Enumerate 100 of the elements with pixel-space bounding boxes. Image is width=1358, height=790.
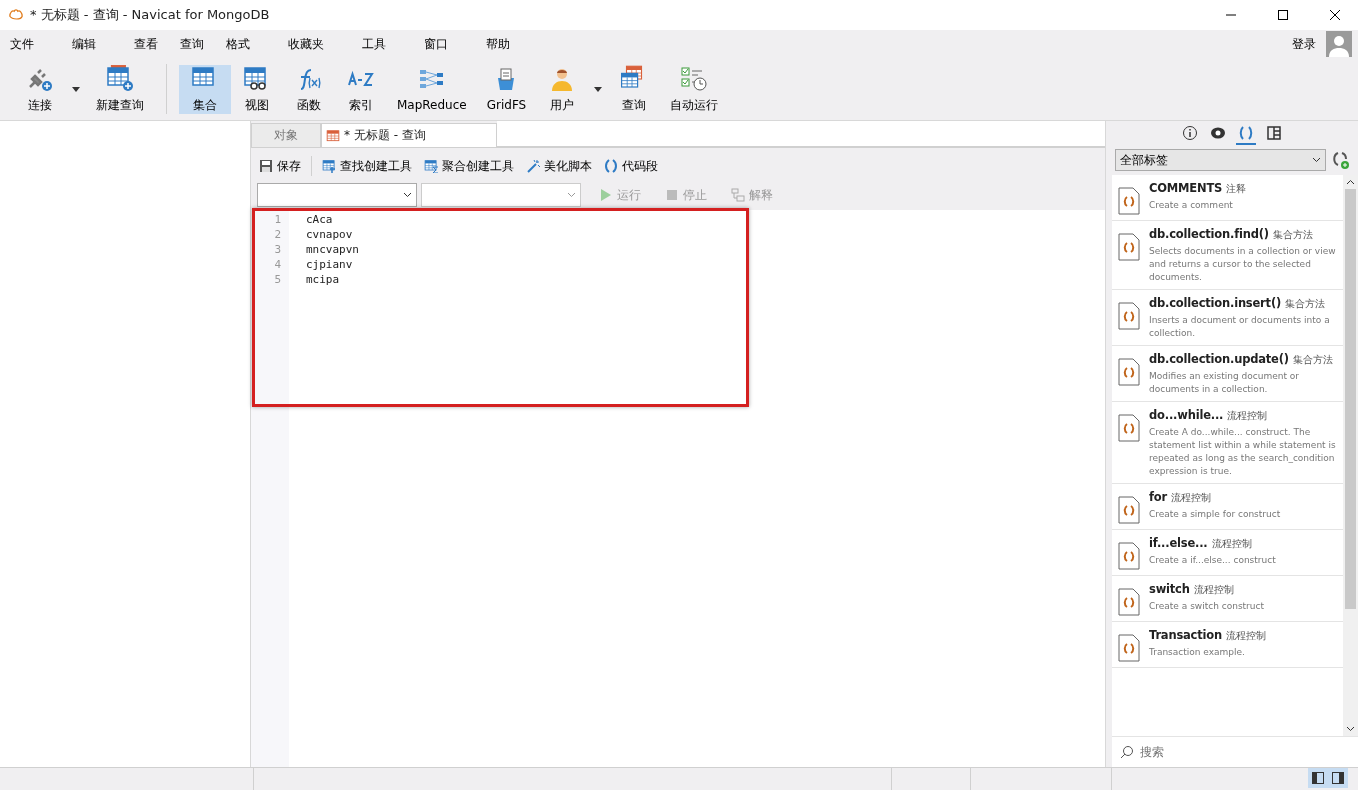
line-number: 5 <box>273 272 282 287</box>
snippet-item[interactable]: if...else... 流程控制 Create a if...else... construct <box>1112 530 1343 576</box>
snippet-description: Inserts a document or documents into a collection. <box>1149 314 1331 340</box>
plan-icon <box>731 188 745 202</box>
toolbar-button[interactable]: 聚合创建工具 <box>422 157 516 175</box>
snippet-item[interactable]: db.collection.update() 集合方法 Modifies an existing document or documents in a collection. <box>1112 346 1343 402</box>
toolbar-button[interactable]: 连接 <box>14 64 66 114</box>
menu-item[interactable]: 收藏夹 <box>284 35 328 53</box>
checklist-clock-icon <box>680 64 709 93</box>
menu-item[interactable]: 工具 <box>358 35 390 53</box>
toolbar-button[interactable]: 查询 <box>608 64 661 114</box>
snippet-title: for <box>1149 490 1167 504</box>
toolbar-button[interactable]: 新建查询 <box>86 64 154 114</box>
snippet-title: db.collection.update() <box>1149 352 1289 366</box>
menu-item[interactable]: 编辑 <box>68 35 100 53</box>
add-snippet-icon <box>1330 150 1350 170</box>
snippet-icon <box>1118 358 1140 386</box>
snippet-tag: 流程控制 <box>1193 584 1234 595</box>
stop-icon <box>665 188 679 202</box>
table-sigma-icon <box>424 159 438 173</box>
line-number: 1 <box>273 212 282 227</box>
snippet-description: Modifies an existing document or documents in a collection. <box>1149 370 1300 396</box>
search-box[interactable]: 搜索 <box>1112 736 1358 767</box>
code-line: cjpianv <box>306 258 353 271</box>
menu-item[interactable]: 查看 <box>130 35 162 53</box>
toolbar-button[interactable]: MapReduce <box>387 66 477 112</box>
database-dropdown[interactable] <box>257 183 417 207</box>
search-field[interactable]: 搜索 <box>1138 744 1342 760</box>
snippet-icon <box>1118 187 1140 215</box>
document-tab[interactable]: * 无标题 - 查询 <box>321 123 497 147</box>
toolbar-button[interactable]: 查找创建工具 <box>320 157 414 175</box>
line-number: 3 <box>273 242 282 257</box>
right-panel-toggle-icon[interactable] <box>1328 768 1348 788</box>
toolbar-button[interactable]: 自动运行 <box>660 64 729 114</box>
snippet-title: switch <box>1149 582 1190 596</box>
login-link[interactable]: 登录 <box>1288 35 1320 53</box>
app-logo-icon <box>8 7 24 23</box>
snippet-title: Transaction <box>1149 628 1222 642</box>
snippet-item[interactable]: Transaction 流程控制 Transaction example. <box>1112 622 1343 668</box>
left-panel-toggle-icon[interactable] <box>1308 768 1328 788</box>
snippet-tag: 注释 <box>1226 183 1247 194</box>
columns-icon <box>1266 125 1282 141</box>
table-icon <box>326 128 340 143</box>
snippet-item[interactable]: for 流程控制 Create a simple for construct <box>1112 484 1343 530</box>
toolbar-button[interactable]: 用户 <box>536 64 589 114</box>
line-number: 4 <box>273 257 282 272</box>
chevron-down-icon <box>1312 157 1321 163</box>
toolbar-button[interactable]: 美化脚本 <box>524 157 594 175</box>
snippet-description: Create a comment <box>1149 199 1234 212</box>
table-plus-icon <box>106 64 134 93</box>
maximize-icon <box>1278 10 1288 20</box>
toolbar-button[interactable]: 集合 <box>179 64 231 114</box>
snippet-icon <box>1118 542 1140 570</box>
snippet-title: COMMENTS <box>1149 181 1223 195</box>
line-number: 2 <box>273 227 282 242</box>
toolbar-button[interactable]: 视图 <box>231 64 283 114</box>
code-line: cAca <box>306 213 333 226</box>
info-icon <box>1182 125 1198 141</box>
snippet-item[interactable]: db.collection.insert() 集合方法 Inserts a document or documents into a collection. <box>1112 290 1343 346</box>
toolbar-button[interactable]: GridFS <box>476 66 537 112</box>
document-tab[interactable]: 对象 <box>251 123 321 147</box>
floppy-icon <box>259 159 273 173</box>
snippet-item[interactable]: COMMENTS 注释 Create a comment <box>1112 175 1343 221</box>
avatar-icon[interactable] <box>1326 31 1352 57</box>
menu-item[interactable]: 帮助 <box>482 35 514 53</box>
code-line: mcipa <box>306 273 340 286</box>
menu-item[interactable]: 格式 <box>222 35 254 53</box>
snippet-description: Create a simple for construct <box>1149 508 1281 521</box>
toolbar-button[interactable]: 函数 <box>283 64 335 114</box>
snippet-icon <box>1118 233 1140 261</box>
snippet-tag: 流程控制 <box>1211 538 1252 549</box>
caret-icon[interactable] <box>72 86 80 92</box>
toolbar-button[interactable]: 索引 <box>335 64 387 114</box>
code-line: cvnapov <box>306 228 353 241</box>
snippet-description: Create A do...while... construct. The statement list within a while statement is repeated as long as the search_condition expression is true. <box>1149 426 1337 478</box>
code-line: mncvapvn <box>306 243 359 256</box>
snippet-item[interactable]: db.collection.find() 集合方法 Selects documents in a collection or view and returns a cursor to the selected documents. <box>1112 221 1343 290</box>
toolbar-button[interactable]: 代码段 <box>602 157 660 175</box>
snippet-description: Create a switch construct <box>1149 600 1264 613</box>
snippet-tag: 流程控制 <box>1171 492 1211 503</box>
table-search-icon <box>322 159 336 173</box>
snippet-tag: 流程控制 <box>1225 630 1266 641</box>
snippet-title: do...while... <box>1149 408 1224 422</box>
snippet-tag: 集合方法 <box>1285 298 1325 309</box>
snippet-title: db.collection.insert() <box>1149 296 1281 310</box>
brackets-icon <box>604 159 618 173</box>
menu-item[interactable]: 查询 <box>176 35 208 53</box>
chevron-down-icon <box>567 192 576 198</box>
snippet-title: db.collection.find() <box>1149 227 1269 241</box>
snippet-item[interactable]: switch 流程控制 Create a switch construct <box>1112 576 1343 622</box>
menu-item[interactable]: 文件 <box>6 35 38 53</box>
snippet-title: if...else... <box>1149 536 1208 550</box>
chevron-down-icon <box>403 192 412 198</box>
snippet-item[interactable]: do...while... 流程控制 Create A do...while... construct. The statement list within a while statement is repeated as long as the search_condition expression is true. <box>1112 402 1343 484</box>
scrollbar[interactable] <box>1343 175 1358 736</box>
toolbar-button[interactable]: 保存 <box>257 157 303 175</box>
tag-filter-dropdown[interactable]: 全部标签 <box>1115 149 1326 171</box>
menu-item[interactable]: 窗口 <box>420 35 452 53</box>
snippet-icon <box>1118 414 1140 442</box>
caret-icon[interactable] <box>594 86 603 92</box>
